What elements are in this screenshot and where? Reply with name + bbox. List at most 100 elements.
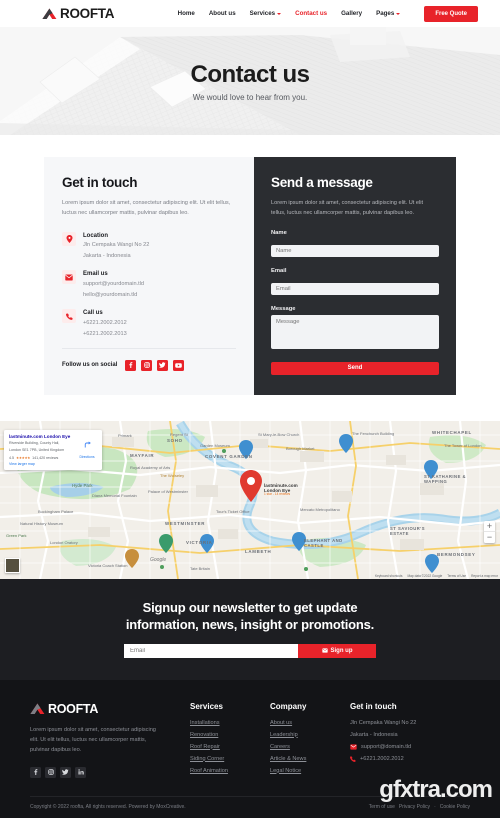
free-quote-button[interactable]: Free Quote — [424, 5, 478, 22]
email-input[interactable] — [271, 282, 439, 295]
google-logo: Google — [150, 556, 167, 563]
get-in-touch-panel: Get in touch Lorem ipsum dolor sit amet,… — [44, 157, 254, 395]
facebook-icon[interactable] — [30, 766, 41, 778]
footer-column-title: Company — [270, 701, 307, 711]
info-line: +6221.2002.2012 — [83, 319, 127, 326]
location-pin-icon — [62, 231, 76, 246]
footer-address-line-1: Jln Cempaka Wangi No 22 — [350, 719, 417, 726]
nav-item-services[interactable]: Services — [249, 10, 282, 17]
map-attrib-item[interactable]: Report a map error — [471, 574, 498, 578]
map-pin-label-line3: 1 star - 14 reviews — [264, 492, 291, 497]
legal-link-cookie-policy[interactable]: Cookie Policy — [440, 804, 470, 810]
newsletter-form: Sign up — [124, 643, 376, 658]
info-label: Email us — [83, 271, 108, 278]
envelope-icon — [62, 270, 76, 285]
footer-link-roof-repair[interactable]: Roof Repair — [190, 744, 270, 750]
footer-link-careers[interactable]: Careers — [270, 744, 350, 750]
footer-link-legal-notice[interactable]: Legal Notice — [270, 768, 350, 774]
footer-column-services: Services Installations Renovation Roof R… — [190, 702, 270, 780]
zoom-out-button[interactable]: − — [484, 532, 495, 543]
footer-link-roof-animation[interactable]: Roof Animation — [190, 768, 270, 774]
name-input[interactable] — [271, 244, 439, 257]
contact-info-list: Location Jln Cempaka Wangi No 22 Jakarta… — [62, 231, 236, 338]
nav-item-contact-us[interactable]: Contact us — [295, 10, 327, 17]
newsletter-signup-button[interactable]: Sign up — [298, 643, 376, 658]
footer-email: support@domain.tld — [361, 743, 412, 750]
divider — [62, 347, 236, 349]
legal-link-privacy-policy[interactable]: Privacy Policy — [399, 804, 430, 810]
footer-column-title: Services — [190, 701, 223, 711]
map-attrib-item[interactable]: Keyboard shortcuts — [375, 574, 402, 578]
message-field-label: Message — [271, 305, 296, 312]
instagram-icon[interactable] — [141, 359, 153, 371]
nav-item-gallery[interactable]: Gallery — [341, 10, 362, 17]
roof-logo-icon — [42, 8, 57, 20]
nav-label: Gallery — [341, 10, 363, 17]
footer-description: Lorem ipsum dolor sit amet, consectetur … — [30, 726, 156, 754]
map-location-pin — [240, 469, 262, 502]
footer-brand-logo[interactable]: ROOFTA — [30, 702, 190, 716]
star-rating-icon: ★★★★★ — [16, 455, 31, 460]
footer-email-row[interactable]: support@domain.tld — [350, 744, 470, 750]
hero-banner: Contact us We would love to hear from yo… — [0, 27, 500, 135]
footer-contact-title: Get in touch — [350, 701, 397, 711]
name-field-label: Name — [271, 229, 287, 236]
linkedin-icon[interactable] — [75, 766, 86, 778]
twitter-icon[interactable] — [60, 766, 71, 778]
map-attrib-item: Map data ©2022 Google — [407, 573, 443, 578]
map-attribution: Keyboard shortcuts Map data ©2022 Google… — [375, 574, 498, 578]
nav-item-about-us[interactable]: About us — [209, 10, 236, 17]
youtube-icon[interactable] — [173, 359, 185, 371]
legal-separator: - — [434, 803, 436, 810]
map-card-title[interactable]: lastminute.com London Eye — [9, 434, 74, 440]
social-label: Follow us on social — [62, 362, 118, 369]
contact-info-location: Location Jln Cempaka Wangi No 22 Jakarta… — [62, 231, 236, 261]
twitter-icon[interactable] — [157, 359, 169, 371]
send-message-description: Lorem ipsum dolor sit amet, consectetur … — [271, 200, 424, 216]
map-card-address-2: London SE1 7PB, United Kingdom — [9, 448, 65, 453]
chevron-down-icon — [396, 12, 401, 15]
footer-link-about-us[interactable]: About us — [270, 720, 350, 726]
zoom-in-button[interactable]: + — [484, 521, 495, 532]
map-streetview-thumbnail[interactable] — [5, 557, 20, 573]
map-info-card[interactable]: lastminute.com London Eye Riverside Buil… — [4, 429, 102, 471]
info-line: Jakarta - Indonesia — [83, 252, 131, 259]
newsletter-title-line1: Signup our newsletter to get update — [142, 599, 358, 615]
email-field-label: Email — [271, 267, 287, 274]
map-attrib-item[interactable]: Terms of Use — [447, 574, 466, 578]
info-line: Jln Cempaka Wangi No 22 — [83, 242, 150, 249]
instagram-icon[interactable] — [45, 766, 56, 778]
send-button[interactable]: Send — [271, 361, 439, 375]
map-directions-button[interactable]: Directions — [77, 434, 97, 467]
footer-column-company: Company About us Leadership Careers Arti… — [270, 702, 350, 780]
message-textarea[interactable] — [271, 314, 439, 349]
map-card-rating: 4.5 — [9, 455, 14, 460]
footer-link-installations[interactable]: Installations — [190, 720, 270, 726]
legal-link-term-of-use[interactable]: Term of use — [369, 804, 395, 810]
footer-link-leadership[interactable]: Leadership — [270, 732, 350, 738]
send-message-panel: Send a message Lorem ipsum dolor sit ame… — [254, 157, 456, 395]
facebook-icon[interactable] — [125, 359, 137, 371]
nav-item-pages[interactable]: Pages — [376, 10, 401, 17]
roof-logo-icon — [30, 703, 45, 715]
brand-logo[interactable]: ROOFTA — [42, 6, 115, 21]
copyright-text: Copyright © 2022 roofta, All rights rese… — [30, 803, 186, 810]
nav-label: Services — [249, 10, 276, 17]
site-footer: ROOFTA Lorem ipsum dolor sit amet, conse… — [0, 679, 500, 818]
map-section[interactable]: lastminute.com London Eye 1 star - 14 re… — [0, 420, 500, 579]
footer-address-line-2: Jakarta - Indonesia — [350, 731, 398, 738]
contact-section: Get in touch Lorem ipsum dolor sit amet,… — [0, 135, 500, 421]
view-larger-map-link[interactable]: View larger map — [9, 462, 74, 466]
contact-info-email: Email us support@yourdomain.tld hello@yo… — [62, 270, 236, 299]
info-label: Location — [83, 232, 108, 239]
phone-icon — [62, 309, 76, 324]
map-card-address-1: Riverside Building, County Hall, — [9, 441, 60, 446]
map-zoom-controls[interactable]: + − — [484, 520, 495, 543]
newsletter-email-input[interactable] — [124, 643, 298, 658]
nav-label: Contact us — [295, 10, 328, 17]
nav-item-home[interactable]: Home — [178, 10, 195, 17]
send-message-title: Send a message — [271, 175, 373, 190]
footer-brand-column: ROOFTA Lorem ipsum dolor sit amet, conse… — [30, 702, 190, 780]
footer-link-renovation[interactable]: Renovation — [190, 732, 270, 738]
newsletter-title-line2: information, news, insight or promotions… — [125, 617, 375, 633]
